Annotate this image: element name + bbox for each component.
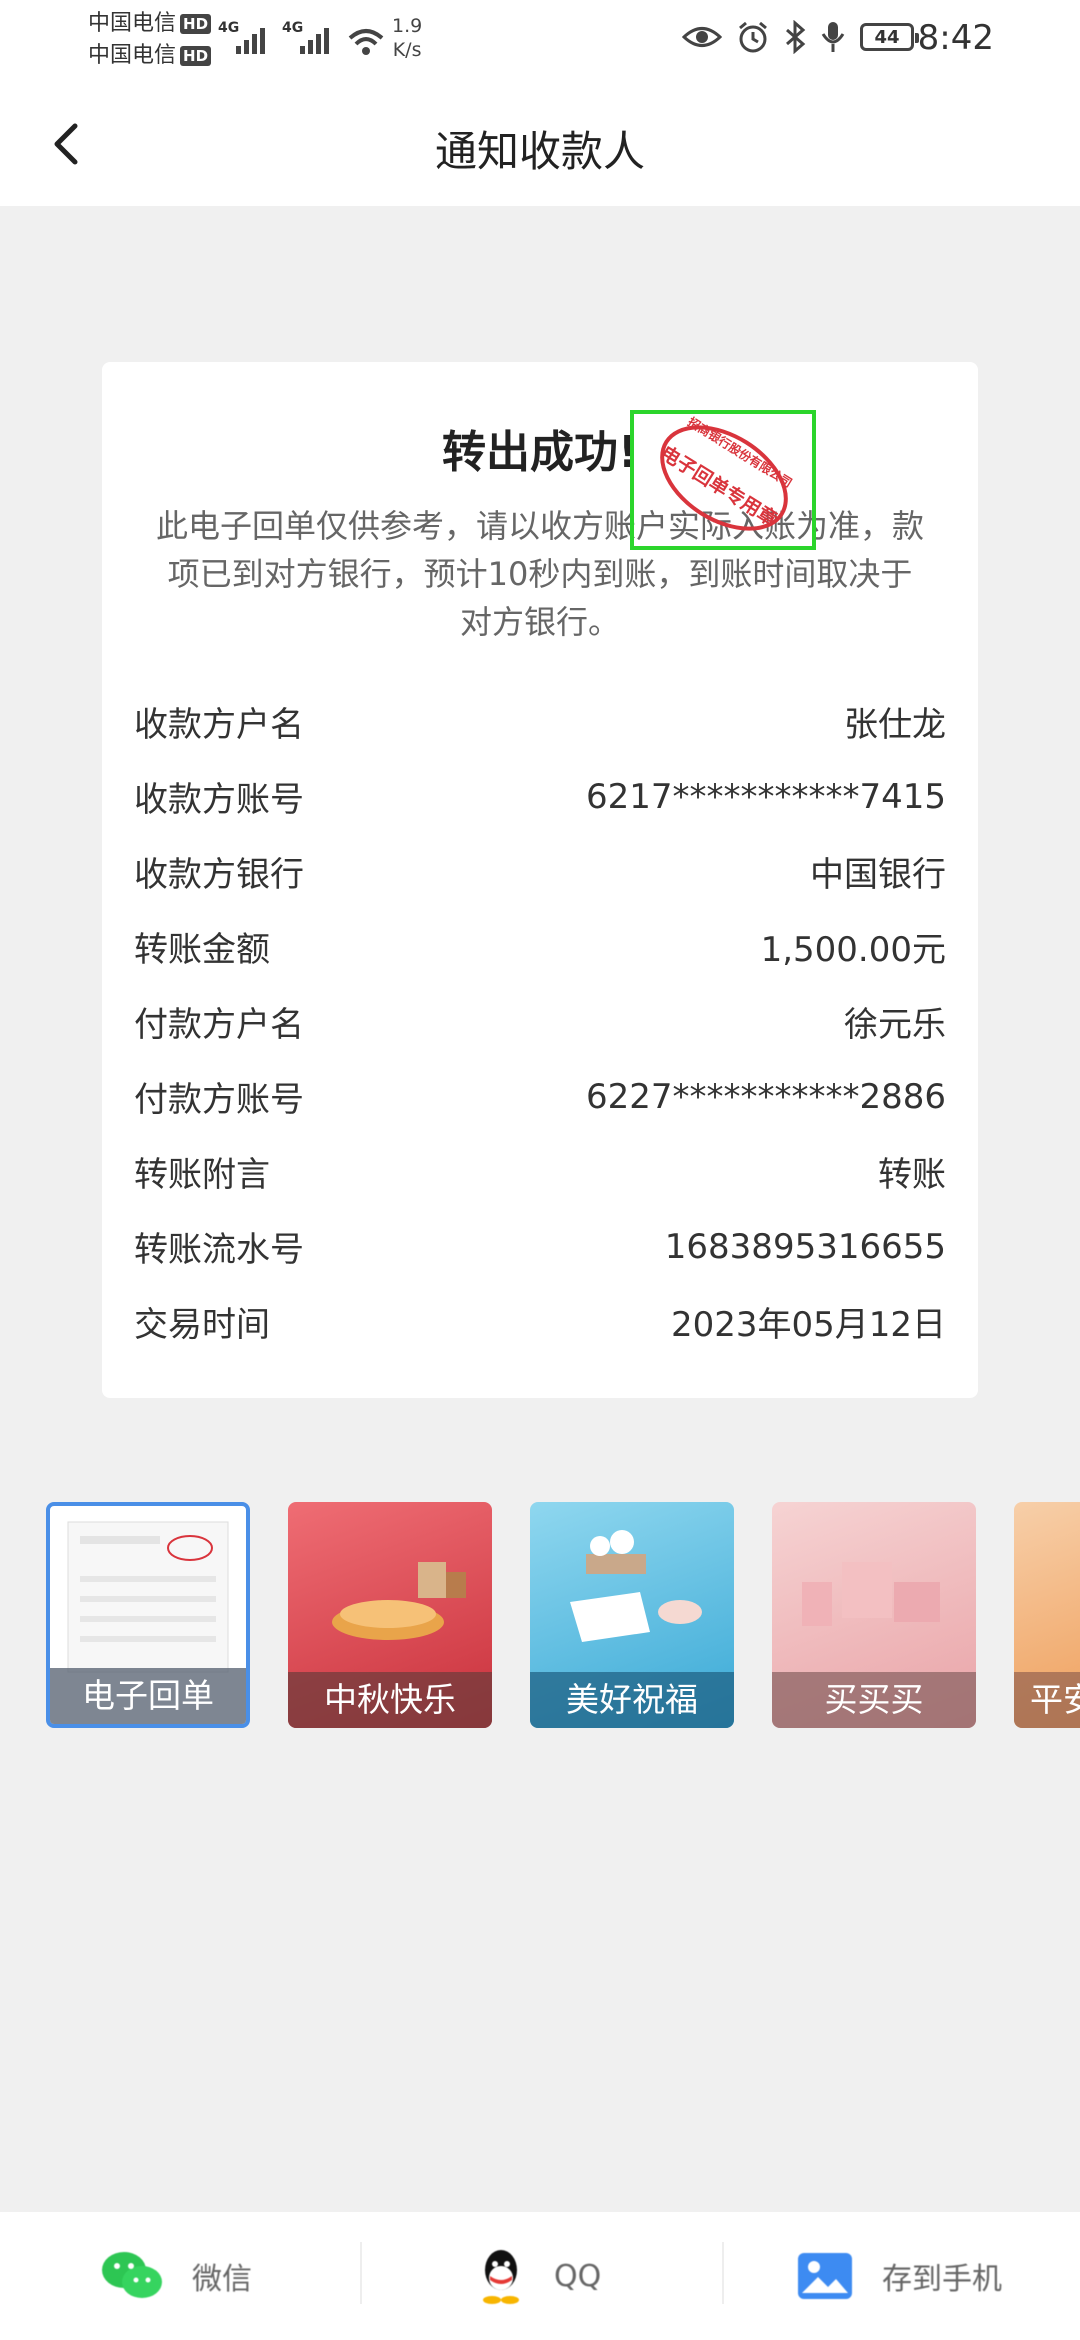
- detail-row: 收款方银行 中国银行: [134, 834, 946, 909]
- network-speed: 1.9 K/s: [392, 15, 423, 61]
- carrier-info: 中国电信 HD 中国电信 HD: [88, 8, 212, 72]
- template-label: 美好祝福: [530, 1672, 734, 1728]
- share-bar: 微信 QQ 存到手机: [0, 2212, 1080, 2340]
- detail-value: 2023年05月12日: [670, 1305, 946, 1345]
- success-title: 转出成功!: [441, 427, 639, 478]
- detail-value: 1,500.00元: [760, 930, 946, 970]
- template-electronic-receipt[interactable]: 电子回单: [46, 1502, 250, 1728]
- alarm-icon: [739, 21, 767, 53]
- detail-label: 转账流水号: [134, 1230, 304, 1270]
- template-peace[interactable]: 平安: [1014, 1502, 1080, 1728]
- bank-stamp: 招商银行股份有限公司 电子回单专用章: [630, 410, 816, 550]
- eye-icon: [682, 27, 722, 47]
- detail-label: 转账附言: [134, 1155, 270, 1195]
- page-title: 通知收款人: [434, 127, 645, 176]
- detail-value: 6227***********2886: [585, 1076, 946, 1117]
- template-label: 中秋快乐: [288, 1672, 492, 1728]
- detail-value: 徐元乐: [844, 1005, 946, 1045]
- detail-row: 付款方户名 徐元乐: [134, 984, 946, 1059]
- detail-label: 转账金额: [134, 930, 270, 970]
- share-qq-button[interactable]: QQ: [476, 2212, 601, 2340]
- detail-value: 转账: [878, 1155, 946, 1195]
- template-best-wishes[interactable]: 美好祝福: [530, 1502, 734, 1728]
- status-bar: 中国电信 HD 中国电信 HD 4G 4G 1.9 K/s 44 8:42: [0, 0, 1080, 84]
- wifi-icon: [348, 29, 384, 55]
- detail-value: 中国银行: [810, 855, 946, 895]
- template-label: 买买买: [772, 1672, 976, 1728]
- detail-row: 交易时间 2023年05月12日: [134, 1284, 946, 1359]
- wechat-icon: [102, 2252, 162, 2298]
- clock: 8:42: [917, 18, 994, 58]
- share-label: 微信: [192, 2262, 252, 2297]
- gallery-icon: [798, 2253, 852, 2299]
- qq-icon: [483, 2250, 519, 2304]
- hd-badge-2: HD: [180, 46, 212, 66]
- receipt-card: 转出成功! 此电子回单仅供参考，请以收方账户实际入账为准，款项已到对方银行，预计…: [102, 362, 978, 1398]
- template-shopping[interactable]: 买买买: [772, 1502, 976, 1728]
- divider: [722, 2242, 724, 2304]
- flowers-illustration-icon: [570, 1530, 702, 1642]
- bluetooth-icon: [786, 20, 806, 54]
- detail-label: 交易时间: [134, 1305, 270, 1345]
- template-mid-autumn[interactable]: 中秋快乐: [288, 1502, 492, 1728]
- status-icons: 44: [682, 20, 919, 54]
- detail-value: 张仕龙: [844, 705, 946, 745]
- signal-1-icon: 4G: [218, 18, 272, 58]
- microphone-icon: [821, 22, 845, 52]
- detail-label: 收款方账号: [134, 780, 304, 820]
- detail-row: 付款方账号 6227***********2886: [134, 1059, 946, 1134]
- top-nav: 通知收款人: [0, 84, 1080, 206]
- detail-row: 转账流水号 1683895316655: [134, 1209, 946, 1284]
- divider: [360, 2242, 362, 2304]
- receipt-thumbnail-icon: [67, 1521, 229, 1673]
- share-wechat-button[interactable]: 微信: [100, 2212, 252, 2340]
- detail-value: 1683895316655: [664, 1226, 946, 1267]
- detail-label: 付款方账号: [134, 1080, 304, 1120]
- detail-label: 收款方银行: [134, 855, 304, 895]
- signal-indicators: 4G 4G: [218, 18, 386, 58]
- template-carousel[interactable]: 电子回单 中秋快乐 美好祝福 买买买 平安: [0, 1498, 1080, 1730]
- mooncake-illustration-icon: [332, 1562, 466, 1640]
- detail-row: 转账附言 转账: [134, 1134, 946, 1209]
- detail-row: 转账金额 1,500.00元: [134, 909, 946, 984]
- hd-badge-1: HD: [180, 14, 212, 34]
- save-to-phone-button[interactable]: 存到手机: [796, 2212, 1002, 2340]
- gifts-illustration-icon: [802, 1562, 940, 1626]
- carrier-1: 中国电信: [88, 11, 177, 36]
- carrier-2: 中国电信: [88, 43, 177, 68]
- detail-row: 收款方户名 张仕龙: [134, 684, 946, 759]
- detail-label: 付款方户名: [134, 1005, 304, 1045]
- share-label: 存到手机: [882, 2262, 1002, 2297]
- detail-label: 收款方户名: [134, 705, 304, 745]
- share-label: QQ: [554, 2258, 602, 2294]
- template-label: 平安: [1014, 1672, 1080, 1728]
- battery-icon: 44: [860, 23, 919, 51]
- receipt-details: 收款方户名 张仕龙 收款方账号 6217***********7415 收款方银行 中…: [134, 684, 946, 1359]
- detail-row: 收款方账号 6217***********7415: [134, 759, 946, 834]
- template-label: 电子回单: [50, 1668, 246, 1724]
- detail-value: 6217***********7415: [585, 776, 946, 817]
- signal-2-icon: 4G: [282, 18, 336, 58]
